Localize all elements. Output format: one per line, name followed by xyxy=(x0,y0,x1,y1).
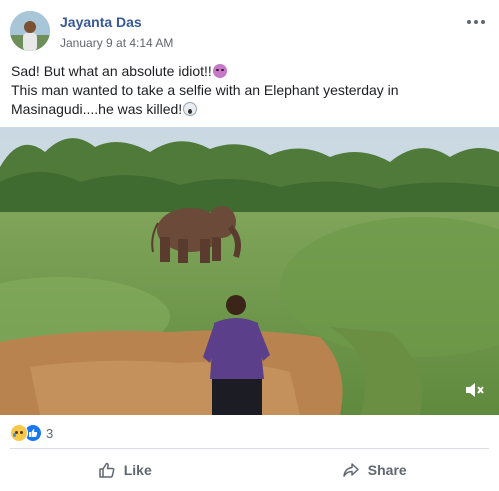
angry-face-emoji-icon xyxy=(212,64,227,78)
thumbs-up-icon xyxy=(98,462,115,478)
more-options-icon[interactable] xyxy=(463,12,489,32)
sad-reaction-icon xyxy=(10,424,28,442)
post-header: Jayanta Das January 9 at 4:14 AM xyxy=(0,0,499,58)
divider xyxy=(10,448,489,449)
author-name[interactable]: Jayanta Das xyxy=(60,14,142,30)
reaction-count: 3 xyxy=(46,425,54,441)
post-text-line: Masinagudi....he was killed! xyxy=(11,100,491,119)
post-text-segment: Masinagudi....he was killed! xyxy=(11,101,183,117)
share-icon xyxy=(343,463,359,477)
post-timestamp[interactable]: January 9 at 4:14 AM xyxy=(60,36,173,50)
mute-icon[interactable] xyxy=(463,379,485,401)
post-text-segment: Sad! But what an absolute idiot!! xyxy=(11,63,212,79)
post-text: Sad! But what an absolute idiot!! This m… xyxy=(11,62,491,119)
share-button[interactable]: Share xyxy=(250,452,499,488)
author-avatar[interactable] xyxy=(10,11,50,51)
post-text-line: Sad! But what an absolute idiot!! xyxy=(11,62,491,81)
screaming-face-emoji-icon xyxy=(183,102,198,116)
video-player[interactable] xyxy=(0,127,499,415)
post-actions: Like Share xyxy=(0,452,499,488)
reactions-summary[interactable]: 3 xyxy=(10,423,53,443)
like-button[interactable]: Like xyxy=(0,452,250,488)
video-frame xyxy=(0,127,499,415)
post-text-line: This man wanted to take a selfie with an… xyxy=(11,82,399,98)
like-label: Like xyxy=(123,462,152,478)
share-label: Share xyxy=(367,462,407,478)
